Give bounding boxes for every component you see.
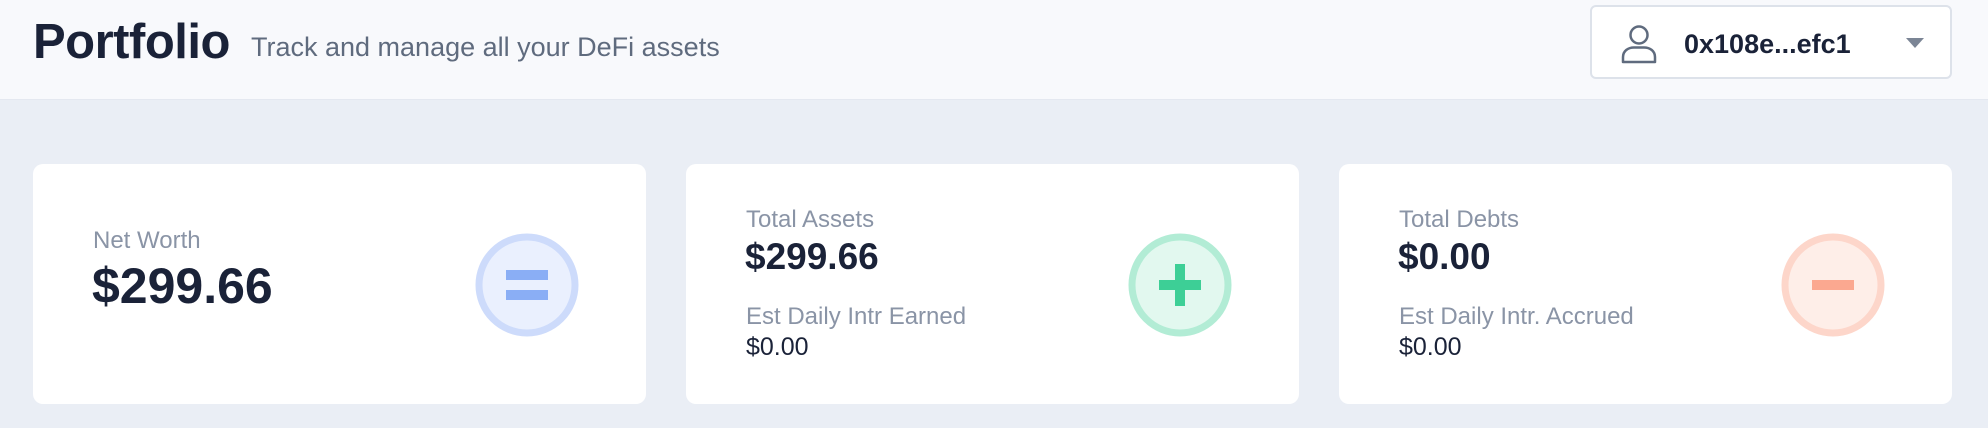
net-worth-value: $299.66 bbox=[92, 258, 273, 314]
total-assets-value: $299.66 bbox=[745, 236, 879, 277]
est-daily-interest-accrued-value: $0.00 bbox=[1399, 333, 1462, 361]
wallet-selector[interactable]: 0x108e...efc1 bbox=[1590, 5, 1952, 79]
est-daily-interest-earned-value: $0.00 bbox=[746, 333, 809, 361]
net-worth-label: Net Worth bbox=[93, 227, 201, 254]
wallet-address: 0x108e...efc1 bbox=[1684, 29, 1851, 59]
total-debts-card: Total Debts $0.00 Est Daily Intr. Accrue… bbox=[1339, 164, 1952, 404]
total-debts-label: Total Debts bbox=[1399, 206, 1520, 233]
total-debts-value: $0.00 bbox=[1398, 236, 1491, 277]
user-icon bbox=[1621, 25, 1657, 64]
est-daily-interest-earned-label: Est Daily Intr Earned bbox=[746, 303, 967, 330]
equals-icon bbox=[475, 233, 579, 337]
est-daily-interest-accrued-label: Est Daily Intr. Accrued bbox=[1399, 303, 1634, 330]
total-assets-label: Total Assets bbox=[746, 206, 875, 233]
page-header: Portfolio Track and manage all your DeFi… bbox=[0, 0, 1988, 100]
net-worth-card: Net Worth $299.66 bbox=[33, 164, 646, 404]
total-assets-card: Total Assets $299.66 Est Daily Intr Earn… bbox=[686, 164, 1299, 404]
caret-down-icon[interactable] bbox=[1906, 38, 1924, 50]
page-title: Portfolio bbox=[33, 15, 230, 69]
plus-icon bbox=[1128, 233, 1232, 337]
page-subtitle: Track and manage all your DeFi assets bbox=[251, 32, 720, 62]
minus-icon bbox=[1781, 233, 1885, 337]
